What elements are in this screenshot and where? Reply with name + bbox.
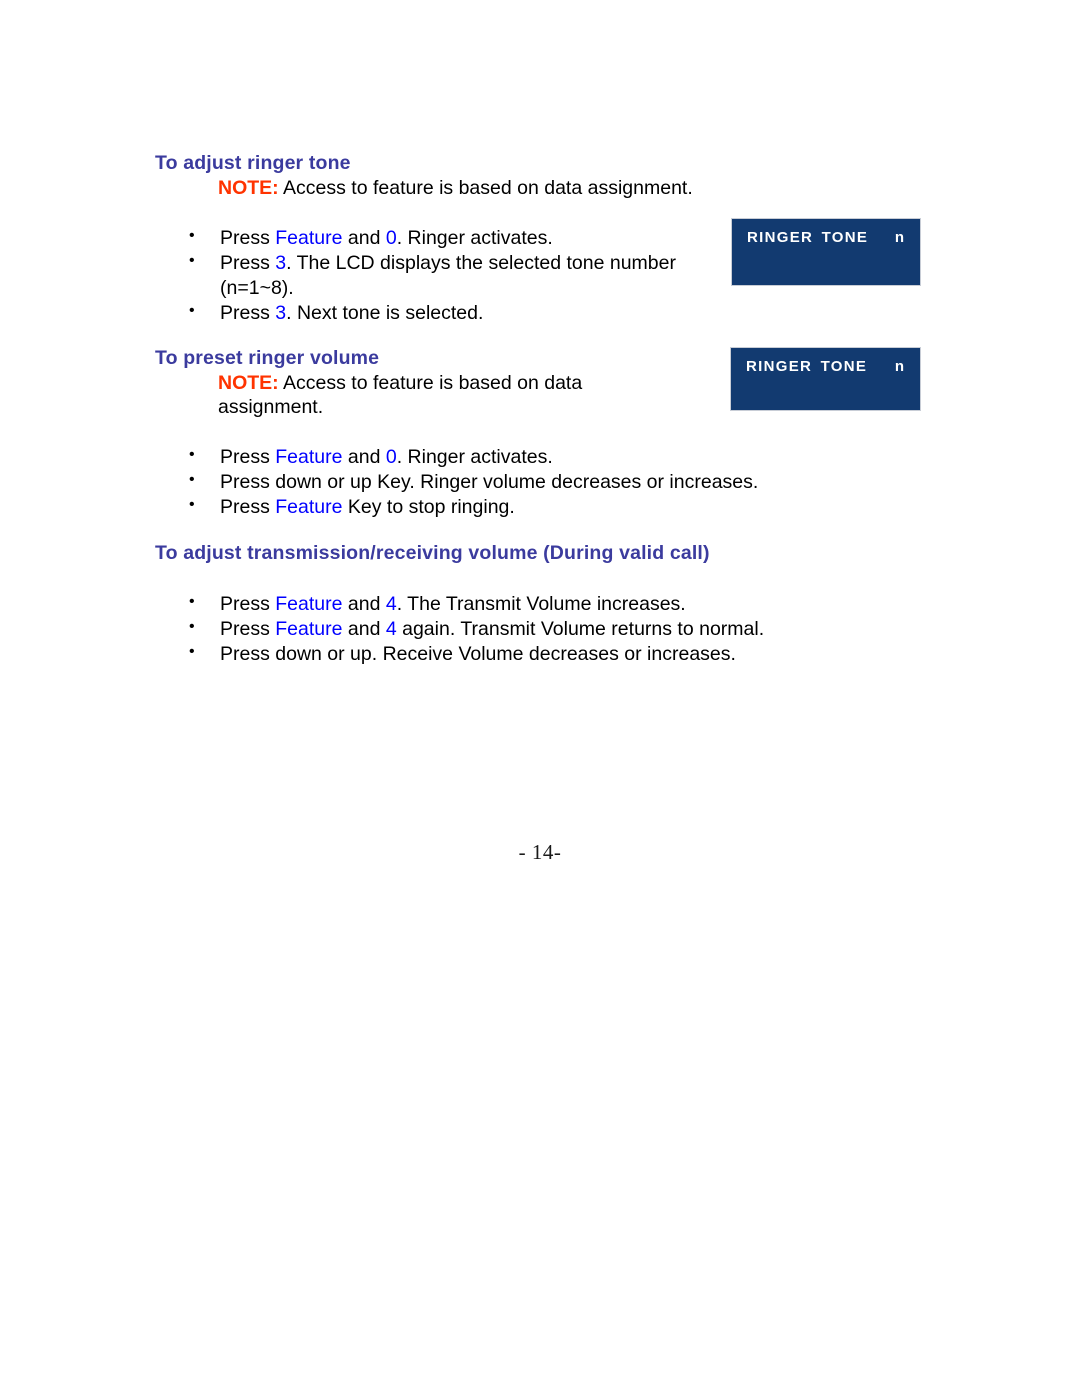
text-run-keyword: 0 (385, 446, 397, 468)
text-run: and (342, 618, 386, 640)
list-item: Press Feature and 4 again. Transmit Volu… (185, 615, 865, 642)
text-run-keyword: Feature (275, 593, 343, 615)
bullet-list-adjust-ringer-tone: Press Feature and 0. Ringer activates. P… (185, 224, 745, 326)
text-run-keyword: Feature (275, 618, 343, 640)
list-item: Press down or up Key. Ringer volume decr… (185, 468, 865, 495)
text-run: Press down or up. Receive Volume decreas… (220, 643, 736, 665)
text-run-keyword: 4 (385, 593, 397, 615)
text-run: . The LCD displays the selected tone num… (220, 252, 676, 299)
text-run-keyword: 3 (275, 301, 287, 324)
bullet-list-preset-ringer-volume: Press Feature and 0. Ringer activates. P… (185, 443, 865, 520)
text-run: Press (220, 252, 276, 274)
document-page: To adjust ringer tone NOTE: Access to fe… (0, 0, 1080, 1397)
page-number: - 14- (518, 840, 562, 864)
text-run: and (342, 593, 386, 615)
text-run: and (342, 227, 386, 249)
lcd-label: RINGER TONE (747, 229, 869, 246)
text-run: . Ringer activates. (396, 227, 553, 249)
text-run: Press (220, 496, 276, 518)
lcd-display-ringer-tone-1: RINGER TONE n (731, 218, 921, 286)
list-item: Press Feature and 4. The Transmit Volume… (185, 590, 865, 617)
lcd-text-line: RINGER TONE n (747, 229, 908, 246)
list-item: Press Feature Key to stop ringing. (185, 493, 865, 520)
section-heading-preset-ringer-volume: To preset ringer volume (155, 347, 380, 369)
note-preset-ringer-volume: NOTE: Access to feature is based on data… (218, 371, 618, 419)
text-run-keyword: 0 (385, 227, 397, 249)
text-run: again. Transmit Volume returns to normal… (396, 618, 765, 640)
bullet-list-transmission-volume: Press Feature and 4. The Transmit Volume… (185, 590, 865, 667)
list-item: Press Feature and 0. Ringer activates. (185, 224, 745, 251)
note-label: NOTE: (218, 177, 279, 199)
text-run: Press (220, 301, 276, 324)
text-run: . The Transmit Volume increases. (396, 593, 686, 615)
section-heading-adjust-ringer-tone: To adjust ringer tone (155, 152, 351, 174)
note-adjust-ringer-tone: NOTE: Access to feature is based on data… (218, 176, 838, 200)
lcd-label: RINGER TONE (746, 358, 868, 375)
text-run-keyword: Feature (275, 446, 343, 468)
text-run: and (342, 446, 386, 468)
text-run: Press (220, 227, 276, 249)
text-run: Key to stop ringing. (342, 496, 515, 518)
note-text: Access to feature is based on data assig… (278, 177, 693, 199)
list-item: Press 3. Next tone is selected. (185, 299, 745, 326)
lcd-value: n (894, 229, 904, 246)
text-run: Press (220, 446, 276, 468)
list-item: Press Feature and 0. Ringer activates. (185, 443, 865, 470)
list-item: Press 3. The LCD displays the selected t… (185, 249, 745, 300)
text-run: . Ringer activates. (396, 446, 553, 468)
note-label: NOTE: (218, 372, 279, 394)
list-item: Press down or up. Receive Volume decreas… (185, 640, 865, 667)
text-run-keyword: Feature (275, 227, 343, 249)
text-run-keyword: 4 (385, 618, 397, 640)
text-run: Press (220, 618, 276, 640)
lcd-display-ringer-tone-2: RINGER TONE n (730, 347, 921, 411)
lcd-text-line: RINGER TONE n (746, 358, 908, 375)
lcd-value: n (894, 358, 904, 375)
text-run-keyword: 3 (275, 252, 287, 274)
text-run: Press (220, 593, 276, 615)
section-heading-adjust-transmission-receiving-volume: To adjust transmission/receiving volume … (155, 542, 710, 564)
text-run: Press down or up Key. Ringer volume decr… (220, 471, 759, 493)
text-run-keyword: Feature (275, 496, 343, 518)
text-run: . Next tone is selected. (286, 301, 484, 324)
